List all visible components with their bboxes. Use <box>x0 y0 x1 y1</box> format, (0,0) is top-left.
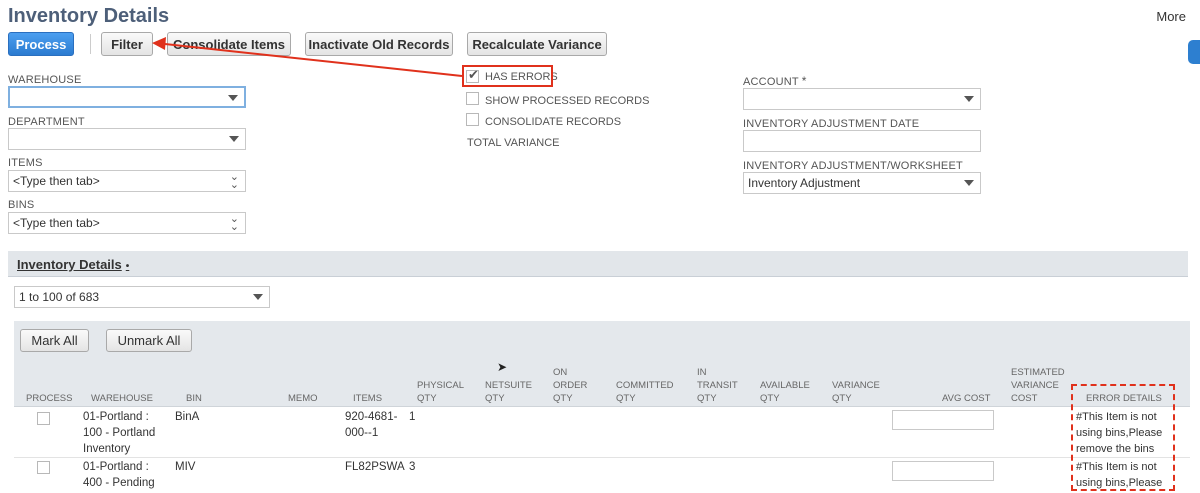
col-netsuite-qty[interactable]: NETSUITE QTY <box>485 379 532 405</box>
col-variance-qty[interactable]: VARIANCE QTY <box>832 379 882 405</box>
col-avg-cost[interactable]: AVG COST <box>942 392 990 405</box>
row-process-checkbox[interactable] <box>37 461 50 474</box>
col-bin[interactable]: BIN <box>186 392 202 405</box>
row-items: 920-4681-000--1 <box>345 411 398 439</box>
row-avg-cost-input[interactable] <box>892 461 994 481</box>
row-bin: BinA <box>175 411 200 423</box>
unmark-all-button[interactable]: Unmark All <box>106 329 192 352</box>
row-process-checkbox[interactable] <box>37 412 50 425</box>
col-in-transit-qty[interactable]: IN TRANSIT QTY <box>697 366 739 405</box>
row-avg-cost-input[interactable] <box>892 410 994 430</box>
row-warehouse: 01-Portland : 400 - Pending <box>83 461 155 489</box>
sublist-title-text: Inventory Details <box>17 257 122 272</box>
row-bin: MIV <box>175 461 196 473</box>
sublist-title[interactable]: Inventory Details • <box>17 257 129 272</box>
row-warehouse: 01-Portland : 100 - Portland Inventory <box>83 411 156 455</box>
col-memo[interactable]: MEMO <box>288 392 318 405</box>
col-available-qty[interactable]: AVAILABLE QTY <box>760 379 814 405</box>
dropdown-caret-icon <box>253 294 263 300</box>
row-physical-qty: 3 <box>409 461 416 473</box>
col-warehouse[interactable]: WAREHOUSE <box>91 392 153 405</box>
row-divider <box>14 457 1190 458</box>
col-physical-qty[interactable]: PHYSICAL QTY <box>417 379 464 405</box>
col-committed-qty[interactable]: COMMITTED QTY <box>616 379 676 405</box>
mark-all-button[interactable]: Mark All <box>20 329 89 352</box>
col-estimated-variance-cost[interactable]: ESTIMATED VARIANCE COST <box>1011 366 1069 405</box>
col-items[interactable]: ITEMS <box>353 392 382 405</box>
row-items: FL82PSWA <box>345 461 405 473</box>
sublist-title-marker: • <box>125 261 130 272</box>
sublist-header-bar <box>8 251 1188 277</box>
col-process[interactable]: PROCESS <box>26 392 72 405</box>
error-details-highlight-box <box>1071 384 1175 491</box>
mouse-cursor-icon: ➤ <box>497 360 508 374</box>
col-on-order-qty[interactable]: ON ORDER QTY <box>553 366 589 405</box>
page-range-value: 1 to 100 of 683 <box>19 290 100 304</box>
page-range-select[interactable]: 1 to 100 of 683 <box>14 286 270 308</box>
row-physical-qty: 1 <box>409 411 416 423</box>
